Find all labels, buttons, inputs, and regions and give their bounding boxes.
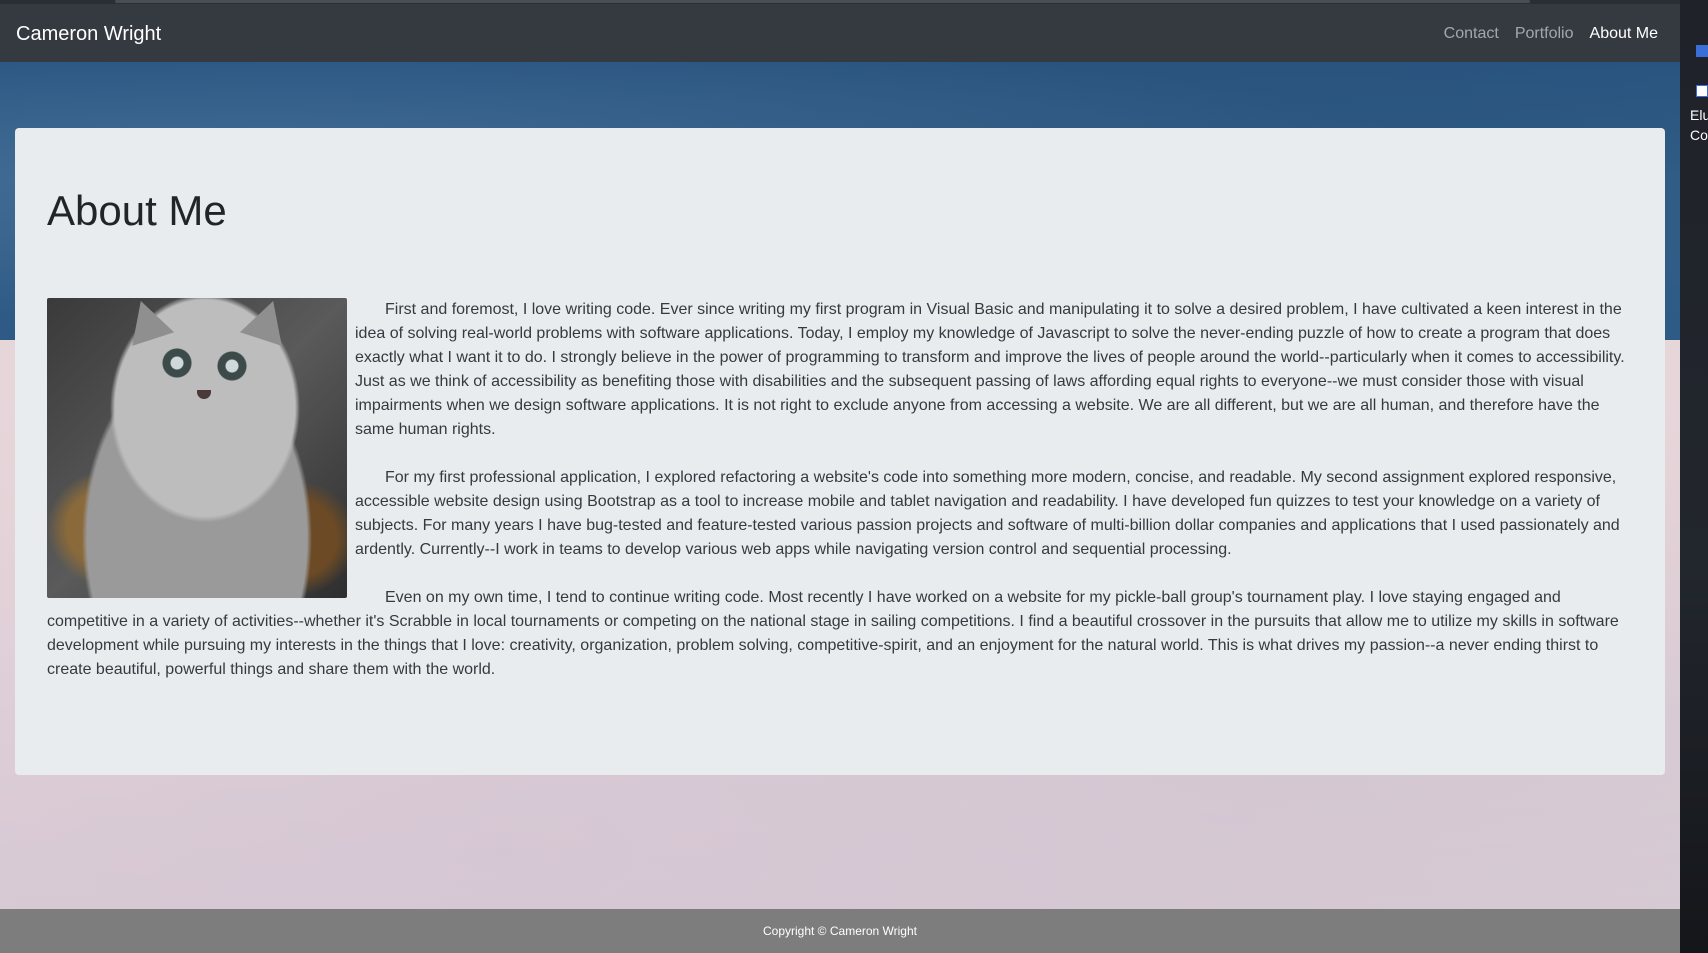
desktop-edge: Elu Co: [1680, 0, 1708, 953]
page-title: About Me: [47, 187, 227, 234]
desktop-app-icon[interactable]: [1696, 45, 1708, 57]
desktop-icon-label[interactable]: Elu Co: [1690, 105, 1708, 145]
copyright-text: Copyright © Cameron Wright: [762, 924, 917, 938]
kitten-ear-right: [239, 298, 295, 347]
nav-link-contact[interactable]: Contact: [1444, 26, 1499, 42]
browser-viewport: Cameron Wright Contact Portfolio About M…: [0, 0, 1680, 953]
desktop-file-icon[interactable]: [1696, 85, 1708, 97]
brand-link[interactable]: Cameron Wright: [16, 24, 161, 44]
kitten-nose: [197, 390, 211, 400]
about-content: First and foremost, I love writing code.…: [47, 298, 1633, 682]
scrollbar-thumb[interactable]: [115, 0, 1530, 3]
kitten-image: [47, 298, 347, 599]
about-card: About Me First and foremost, I love writ…: [15, 128, 1665, 775]
footer: Copyright © Cameron Wright: [0, 909, 1680, 953]
about-paragraph-3: Even on my own time, I tend to continue …: [47, 589, 1619, 679]
desktop-label-line-2: Co: [1690, 127, 1708, 143]
nav-link-about-me[interactable]: About Me: [1590, 26, 1658, 42]
nav-links: Contact Portfolio About Me: [1444, 26, 1658, 42]
nav-link-portfolio[interactable]: Portfolio: [1515, 26, 1574, 42]
desktop-label-line-1: Elu: [1690, 107, 1708, 123]
kitten-ear-left: [119, 298, 175, 347]
navbar: Cameron Wright Contact Portfolio About M…: [0, 4, 1680, 62]
